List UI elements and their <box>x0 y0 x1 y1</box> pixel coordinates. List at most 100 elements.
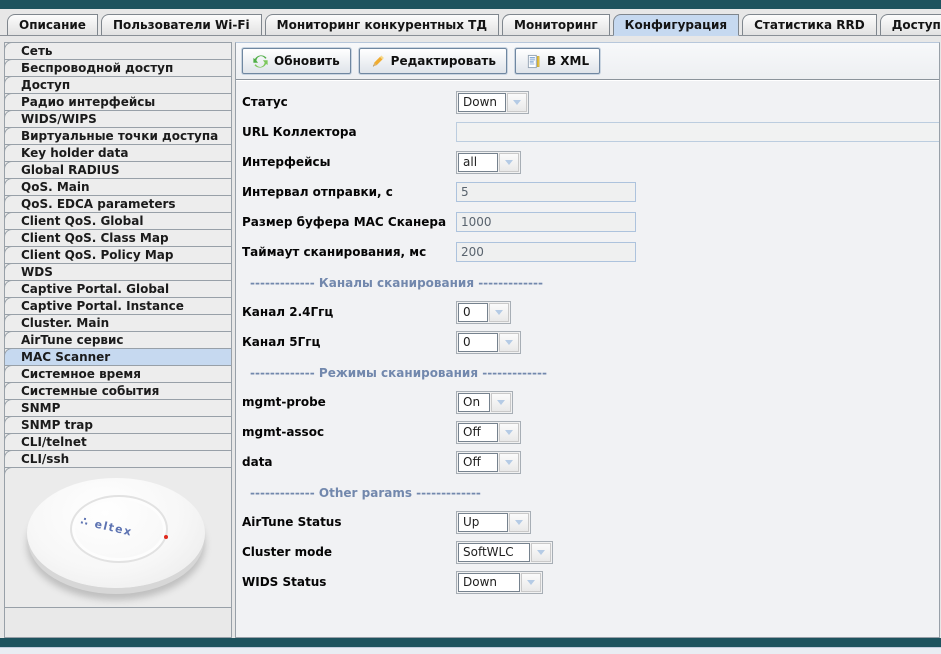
to-xml-button-label: В XML <box>547 54 589 68</box>
sidebar-item-cli-telnet[interactable]: CLI/telnet <box>4 433 232 451</box>
text-input-таймаут-сканирования-мс[interactable] <box>456 242 636 262</box>
field-label: data <box>242 455 456 469</box>
tab-мониторинг-конкурентных-тд[interactable]: Мониторинг конкурентных ТД <box>265 14 499 35</box>
form-row-url-коллектора: URL Коллектора <box>242 120 939 144</box>
form-row-таймаут-сканирования-мс: Таймаут сканирования, мс <box>242 240 939 264</box>
text-input-интервал-отправки-с[interactable] <box>456 182 636 202</box>
text-input-размер-буфера-mac-сканера[interactable] <box>456 212 636 232</box>
sidebar-item-snmp-trap[interactable]: SNMP trap <box>4 416 232 434</box>
field-label: Размер буфера MAC Сканера <box>242 215 456 229</box>
field-label: Статус <box>242 95 456 109</box>
sidebar-item-client-qos-global[interactable]: Client QoS. Global <box>4 212 232 230</box>
pencil-icon <box>370 54 385 69</box>
sidebar-item-доступ[interactable]: Доступ <box>4 76 232 94</box>
sidebar-item-key-holder-data[interactable]: Key holder data <box>4 144 232 162</box>
field-label: Интервал отправки, с <box>242 185 456 199</box>
field-label: AirTune Status <box>242 515 456 529</box>
eltex-logo-mark: ∴ <box>80 514 92 529</box>
field-label: Канал 5Ггц <box>242 335 456 349</box>
chevron-down-icon[interactable] <box>531 543 551 562</box>
combobox-mgmt-probe[interactable]: On <box>456 391 513 414</box>
sidebar-item-cli-ssh[interactable]: CLI/ssh <box>4 450 232 468</box>
to-xml-button[interactable]: В XML <box>515 48 600 74</box>
chevron-down-icon[interactable] <box>507 93 527 112</box>
config-form: СтатусDownURL КоллектораИнтерфейсыallИнт… <box>236 79 939 637</box>
combobox-value: Down <box>458 573 520 592</box>
chevron-down-icon[interactable] <box>499 423 519 442</box>
combobox-wids-status[interactable]: Down <box>456 571 543 594</box>
sidebar-item-captive-portal-instance[interactable]: Captive Portal. Instance <box>4 297 232 315</box>
device-led-dot <box>164 535 168 539</box>
form-row-интервал-отправки-с: Интервал отправки, с <box>242 180 939 204</box>
combobox-канал-2-4ггц[interactable]: 0 <box>456 301 511 324</box>
sidebar-item-mac-scanner[interactable]: MAC Scanner <box>4 348 232 366</box>
form-row-интерфейсы: Интерфейсыall <box>242 150 939 174</box>
combobox-статус[interactable]: Down <box>456 91 529 114</box>
combobox-cluster-mode[interactable]: SoftWLC <box>456 541 553 564</box>
tab-описание[interactable]: Описание <box>7 14 98 35</box>
sidebar-item-airtune-сервис[interactable]: AirTune сервис <box>4 331 232 349</box>
combobox-mgmt-assoc[interactable]: Off <box>456 421 521 444</box>
refresh-button[interactable]: Обновить <box>242 48 351 74</box>
window-bottom-frame <box>0 638 941 647</box>
tab-пользователи-wi-fi[interactable]: Пользователи Wi-Fi <box>101 14 262 35</box>
form-row-размер-буфера-mac-сканера: Размер буфера MAC Сканера <box>242 210 939 234</box>
sidebar-item-cluster-main[interactable]: Cluster. Main <box>4 314 232 332</box>
text-input-url-коллектора[interactable] <box>456 122 939 142</box>
tab-мониторинг[interactable]: Мониторинг <box>502 14 610 35</box>
field-label: WIDS Status <box>242 575 456 589</box>
combobox-data[interactable]: Off <box>456 451 521 474</box>
chevron-down-icon[interactable] <box>499 153 519 172</box>
chevron-down-icon[interactable] <box>521 573 541 592</box>
combobox-value: 0 <box>458 303 488 322</box>
sidebar-item-snmp[interactable]: SNMP <box>4 399 232 417</box>
combobox-интерфейсы[interactable]: all <box>456 151 521 174</box>
chevron-down-icon[interactable] <box>489 303 509 322</box>
chevron-down-icon[interactable] <box>499 453 519 472</box>
edit-button-label: Редактировать <box>391 54 496 68</box>
tab-доступ[interactable]: Доступ <box>880 14 941 35</box>
field-label: Cluster mode <box>242 545 456 559</box>
form-row-wids-status: WIDS StatusDown <box>242 570 939 594</box>
xml-doc-icon <box>526 54 541 69</box>
sidebar-item-client-qos-class-map[interactable]: Client QoS. Class Map <box>4 229 232 247</box>
sidebar-item-qos-edca-parameters[interactable]: QoS. EDCA parameters <box>4 195 232 213</box>
sidebar-item-беспроводной-доступ[interactable]: Беспроводной доступ <box>4 59 232 77</box>
chevron-down-icon[interactable] <box>509 513 529 532</box>
form-row-канал-2-4ггц: Канал 2.4Ггц0 <box>242 300 939 324</box>
combobox-value: SoftWLC <box>458 543 530 562</box>
combobox-airtune-status[interactable]: Up <box>456 511 531 534</box>
tab-конфигурация[interactable]: Конфигурация <box>613 14 739 36</box>
combobox-value: 0 <box>458 333 498 352</box>
main-panel: Обновить Редактировать <box>235 42 940 638</box>
chevron-down-icon[interactable] <box>491 393 511 412</box>
form-row-mgmt-assoc: mgmt-assocOff <box>242 420 939 444</box>
combobox-value: On <box>458 393 490 412</box>
chevron-down-icon[interactable] <box>499 333 519 352</box>
form-row-data: dataOff <box>242 450 939 474</box>
sidebar-item-виртуальные-точки-доступа[interactable]: Виртуальные точки доступа <box>4 127 232 145</box>
sidebar-item-captive-portal-global[interactable]: Captive Portal. Global <box>4 280 232 298</box>
content-area: СетьБеспроводной доступДоступРадио интер… <box>0 42 941 638</box>
device-image-panel: ∴ eltex <box>4 467 232 608</box>
tab-статистика-rrd[interactable]: Статистика RRD <box>742 14 877 35</box>
sidebar-item-wds[interactable]: WDS <box>4 263 232 281</box>
access-point-image: ∴ eltex <box>27 478 205 588</box>
sidebar-item-wids-wips[interactable]: WIDS/WIPS <box>4 110 232 128</box>
sidebar-item-системные-события[interactable]: Системные события <box>4 382 232 400</box>
edit-button[interactable]: Редактировать <box>359 48 507 74</box>
sidebar: СетьБеспроводной доступДоступРадио интер… <box>4 42 232 638</box>
section-header: ------------- Каналы сканирования ------… <box>250 276 939 290</box>
combobox-value: Off <box>458 453 498 472</box>
sidebar-item-радио-интерфейсы[interactable]: Радио интерфейсы <box>4 93 232 111</box>
sidebar-item-сеть[interactable]: Сеть <box>4 42 232 60</box>
sidebar-item-qos-main[interactable]: QoS. Main <box>4 178 232 196</box>
field-label: Интерфейсы <box>242 155 456 169</box>
window-top-frame <box>0 0 941 9</box>
combobox-канал-5ггц[interactable]: 0 <box>456 331 521 354</box>
app-window: ОписаниеПользователи Wi-FiМониторинг кон… <box>0 0 941 654</box>
combobox-value: Up <box>458 513 508 532</box>
sidebar-item-системное-время[interactable]: Системное время <box>4 365 232 383</box>
sidebar-item-global-radius[interactable]: Global RADIUS <box>4 161 232 179</box>
sidebar-item-client-qos-policy-map[interactable]: Client QoS. Policy Map <box>4 246 232 264</box>
